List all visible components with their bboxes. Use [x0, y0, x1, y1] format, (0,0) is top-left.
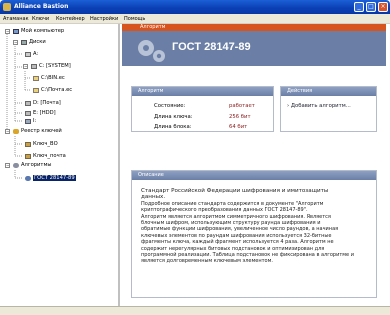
expand-toggle-my-computer[interactable]: −	[5, 29, 10, 34]
tree-item-drive-e[interactable]: E: [HDD]	[25, 110, 56, 117]
menu-item-help[interactable]: Помощь	[124, 16, 145, 22]
main-content: Алгоритм ГОСТ 28147-89 Алгоритм Состояни…	[122, 24, 386, 306]
gears-icon	[138, 40, 165, 62]
description-text: Стандарт Российской Федерации шифрования…	[141, 188, 373, 265]
tree-item-c-pochta[interactable]: C:\Почта.ec	[33, 87, 72, 94]
key-registry-icon	[13, 128, 19, 134]
expand-toggle-disks[interactable]: −	[13, 40, 18, 45]
hard-drive-icon	[25, 110, 31, 116]
page-title: ГОСТ 28147-89	[172, 41, 251, 53]
tree-item-drive-i[interactable]: I:	[25, 118, 36, 125]
gears-icon	[13, 162, 19, 168]
tree-item-drive-d[interactable]: D: [Почта]	[25, 100, 61, 107]
minimize-button[interactable]: _	[354, 2, 364, 12]
close-button[interactable]: ×	[378, 2, 388, 12]
expand-toggle-algorithms[interactable]: −	[5, 163, 10, 168]
hard-drive-icon	[31, 63, 37, 69]
add-algorithm-link[interactable]: › Добавить алгоритм...	[287, 103, 351, 109]
key-icon	[25, 153, 31, 159]
tree-item-disks[interactable]: Диски	[21, 39, 46, 46]
block-length-value: 64 бит	[229, 124, 248, 130]
description-panel-title: Описание	[132, 171, 376, 180]
tree-item-key-2[interactable]: Ключ_почта	[25, 153, 66, 160]
status-bar	[0, 306, 390, 315]
tree-item-drive-a[interactable]: A:	[25, 51, 38, 58]
key-length-label: Длина ключа:	[154, 114, 193, 120]
tree-item-key-registry[interactable]: Реестр ключей	[13, 128, 62, 135]
tree-item-algorithms[interactable]: Алгоритмы	[13, 162, 51, 169]
navigation-tree[interactable]: − Мой компьютер − Диски A: − C: [SYSTEM]…	[1, 24, 120, 306]
description-panel: Описание Стандарт Российской Федерации ш…	[131, 170, 377, 298]
page-header: Алгоритм ГОСТ 28147-89	[122, 24, 386, 66]
maximize-button[interactable]: □	[366, 2, 376, 12]
title-bar[interactable]: Alliance Bastion _ □ ×	[0, 0, 390, 14]
actions-panel-title: Действия	[281, 87, 376, 96]
key-length-value: 256 бит	[229, 114, 251, 120]
disks-icon	[21, 39, 27, 45]
menu-item-container[interactable]: Контейнер	[56, 16, 85, 22]
tree-item-drive-c[interactable]: C: [SYSTEM]	[31, 63, 71, 70]
expand-toggle-drive-c[interactable]: −	[23, 64, 28, 69]
app-icon	[3, 3, 11, 11]
container-icon	[33, 87, 39, 93]
tree-item-key-1[interactable]: Ключ_ВО	[25, 141, 58, 148]
window-title: Alliance Bastion	[14, 3, 69, 10]
header-bar: Алгоритм	[122, 24, 386, 31]
state-value: работает	[229, 103, 255, 109]
gear-icon	[25, 175, 31, 181]
block-length-label: Длина блока:	[154, 124, 192, 130]
removable-drive-icon	[25, 118, 31, 124]
menu-bar: Атаманак Ключи Контейнер Настройки Помощ…	[0, 14, 390, 24]
tree-item-c-bin[interactable]: C:\BIN.ec	[33, 75, 65, 82]
key-icon	[25, 141, 31, 147]
menu-item-settings[interactable]: Настройки	[90, 16, 118, 22]
algorithm-panel: Алгоритм Состояние: работает Длина ключа…	[131, 86, 274, 132]
menu-item-alliance[interactable]: Атаманак	[3, 16, 29, 22]
actions-panel: Действия › Добавить алгоритм...	[280, 86, 377, 132]
hard-drive-icon	[25, 100, 31, 106]
state-label: Состояние:	[154, 103, 186, 109]
computer-icon	[13, 28, 19, 34]
description-line: является долговременным ключевым элемент…	[141, 258, 273, 265]
tree-item-my-computer[interactable]: Мой компьютер	[13, 28, 64, 35]
expand-toggle-key-registry[interactable]: −	[5, 129, 10, 134]
floppy-icon	[25, 51, 31, 57]
algorithm-panel-title: Алгоритм	[132, 87, 273, 96]
tree-item-gost[interactable]: ГОСТ 28147-89	[25, 175, 76, 182]
menu-item-keys[interactable]: Ключи	[32, 16, 49, 22]
container-icon	[33, 75, 39, 81]
